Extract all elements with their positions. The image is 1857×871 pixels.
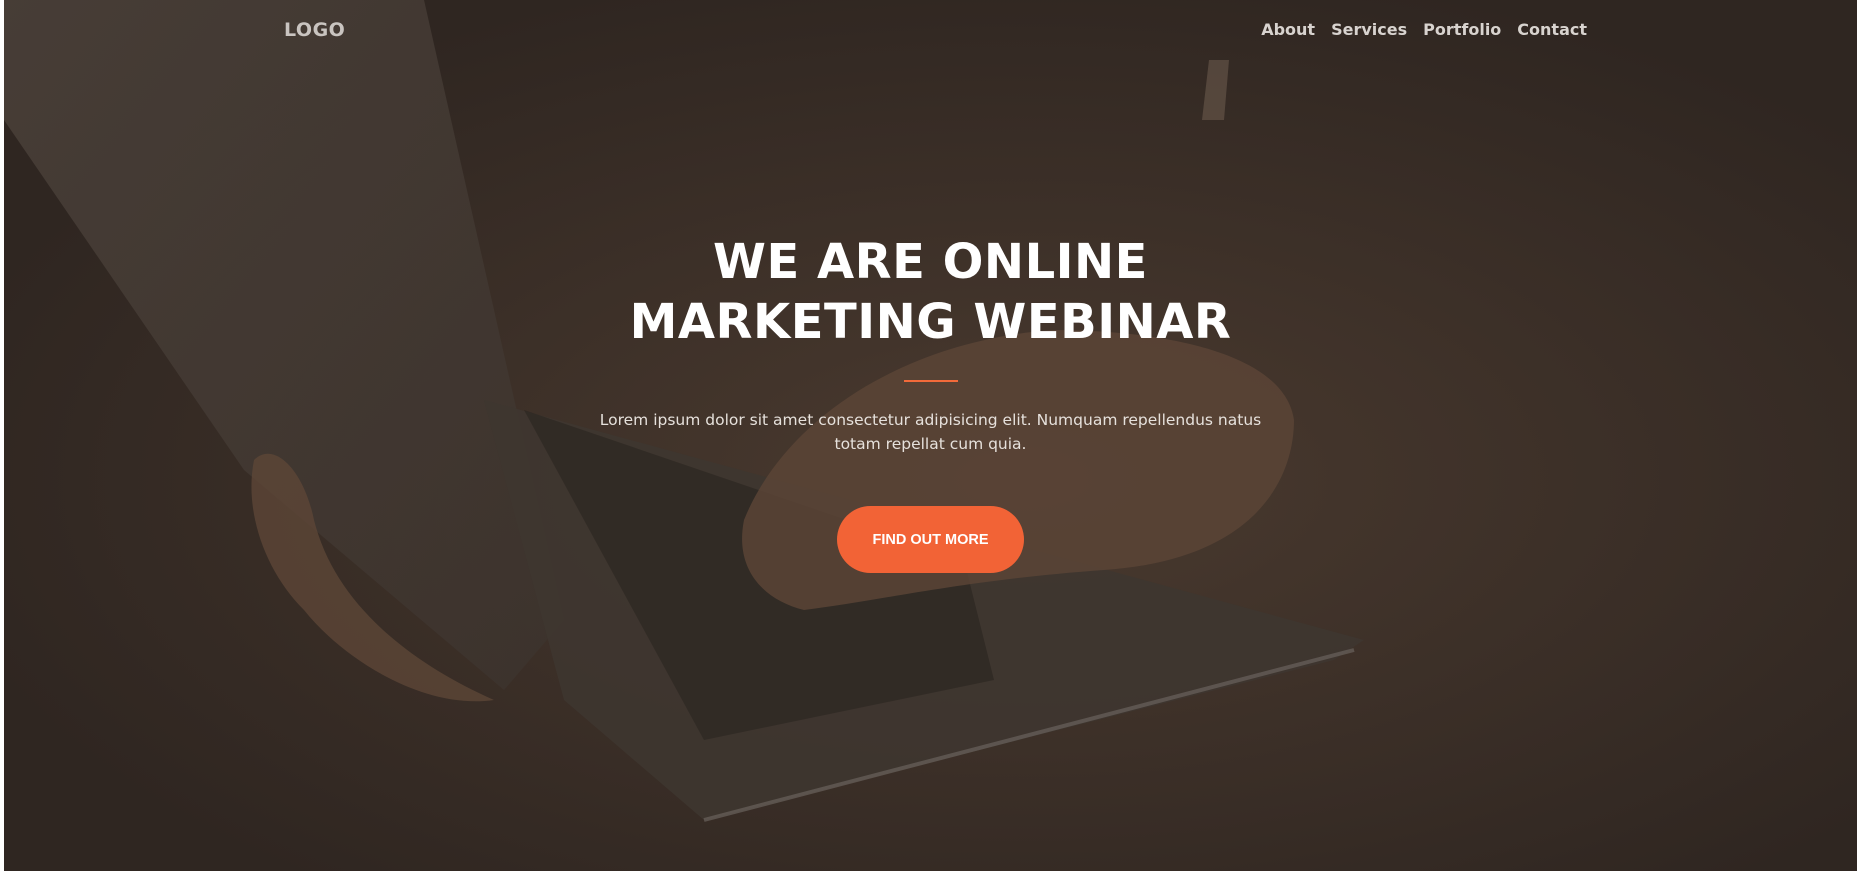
find-out-more-button[interactable]: FIND OUT MORE: [837, 506, 1024, 573]
nav-link-portfolio[interactable]: Portfolio: [1423, 20, 1501, 39]
nav-link-contact[interactable]: Contact: [1517, 20, 1587, 39]
title-divider: [903, 380, 958, 382]
navbar: LOGO About Services Portfolio Contact: [4, 0, 1857, 62]
logo-link[interactable]: LOGO: [284, 19, 345, 41]
nav-links: About Services Portfolio Contact: [1261, 20, 1587, 39]
hero-description: Lorem ipsum dolor sit amet consectetur a…: [599, 411, 1262, 453]
hero-content: WE ARE ONLINE MARKETING WEBINAR Lorem ip…: [4, 232, 1857, 573]
hero-title: WE ARE ONLINE MARKETING WEBINAR: [629, 234, 1232, 350]
nav-link-about[interactable]: About: [1261, 20, 1315, 39]
nav-link-services[interactable]: Services: [1331, 20, 1407, 39]
hero-section: LOGO About Services Portfolio Contact WE…: [4, 0, 1857, 871]
